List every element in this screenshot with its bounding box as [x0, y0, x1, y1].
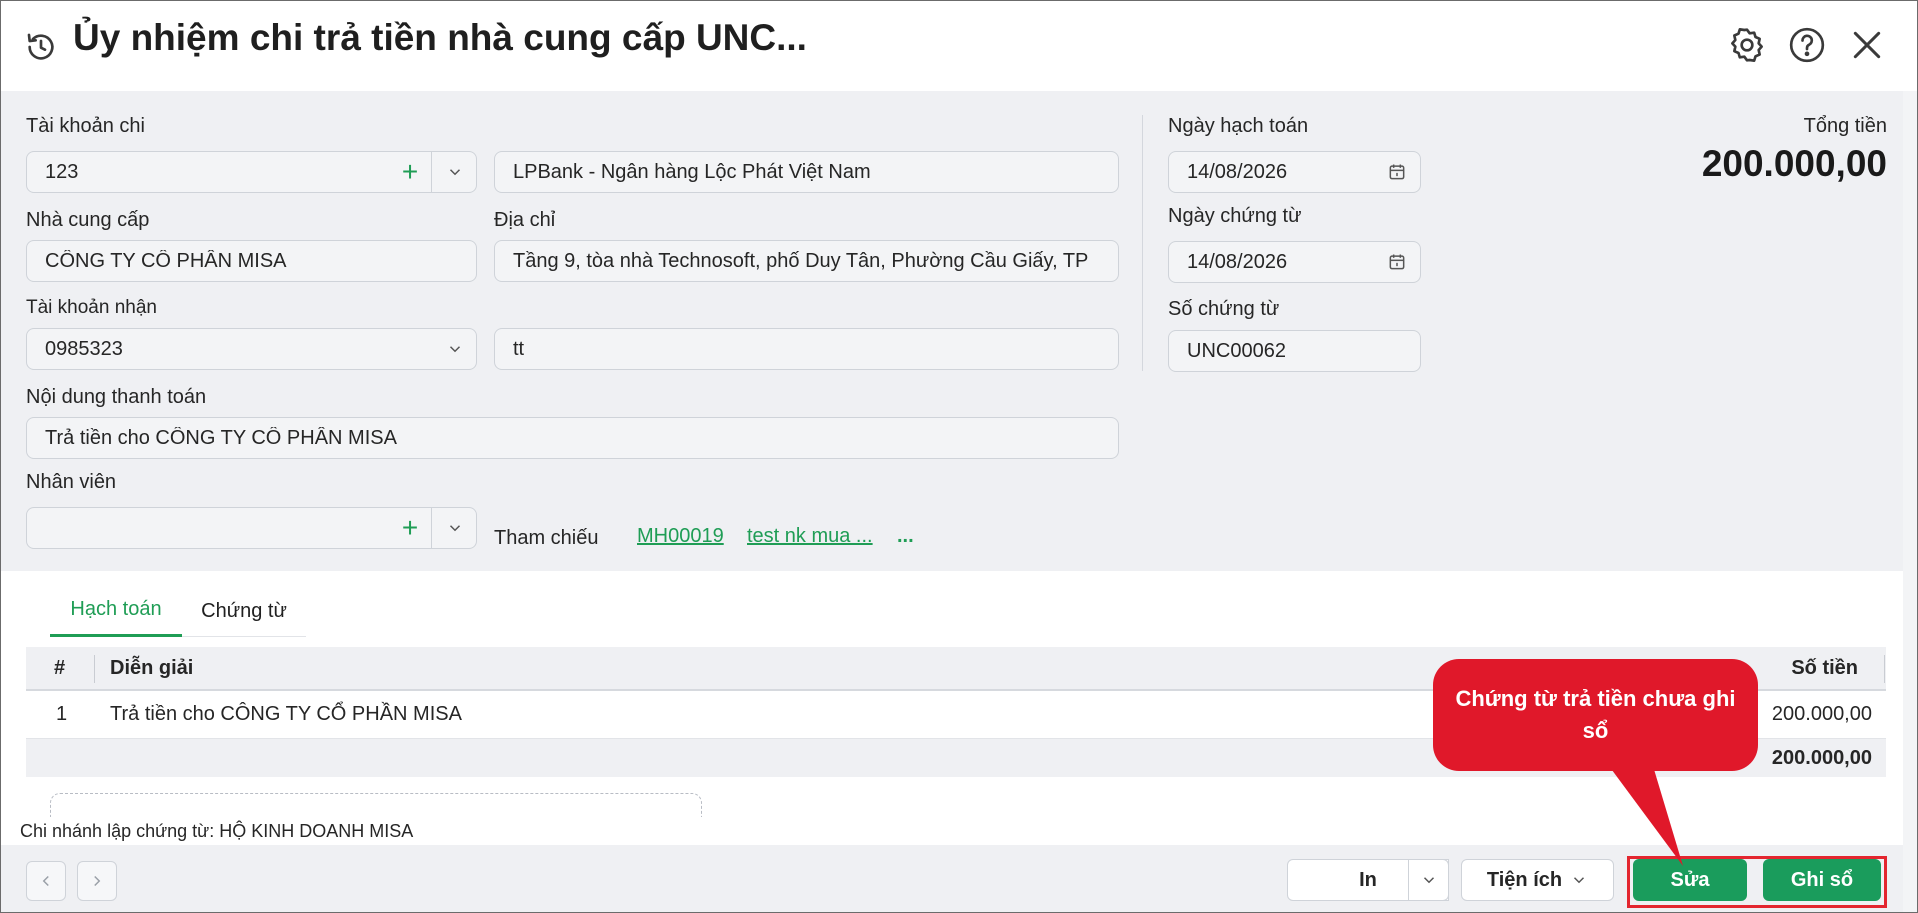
- account-field[interactable]: 123 +: [26, 151, 477, 193]
- supplier-value: CÔNG TY CÔ PHÂN MISA: [45, 249, 287, 272]
- receive-account-dropdown-button[interactable]: [432, 329, 476, 369]
- column-separator: [1884, 655, 1885, 683]
- scrollbar[interactable]: [1903, 91, 1917, 912]
- posting-date-value: 14/08/2026: [1187, 160, 1288, 183]
- reference-link-test[interactable]: test nk mua ...: [747, 525, 873, 548]
- tab-documents[interactable]: Chứng từ: [182, 585, 306, 637]
- chevron-left-icon: [42, 875, 49, 887]
- reference-label: Tham chiếu: [494, 527, 599, 549]
- voucher-date-label: Ngày chứng từ: [1168, 205, 1302, 227]
- receive-bank-value: tt: [513, 337, 525, 360]
- voucher-date-field[interactable]: 14/08/2026: [1168, 241, 1421, 283]
- add-employee-button[interactable]: +: [387, 508, 433, 548]
- receive-account-field[interactable]: 0985323: [26, 328, 477, 370]
- chevron-right-icon: [94, 875, 101, 887]
- voucher-no-label: Số chứng từ: [1168, 298, 1280, 320]
- chevron-down-icon: [1423, 877, 1434, 884]
- posting-date-field[interactable]: 14/08/2026: [1168, 151, 1421, 193]
- reference-link-mh00019[interactable]: MH00019: [637, 525, 724, 548]
- tab-bar: Hạch toán Chứng từ: [50, 585, 306, 637]
- utilities-label: Tiện ích: [1486, 868, 1563, 891]
- print-dropdown-button[interactable]: [1408, 859, 1449, 901]
- annotation-callout: Chứng từ trả tiền chưa ghi sổ: [1433, 659, 1758, 771]
- chevron-down-icon: [1574, 877, 1585, 884]
- chevron-down-icon: [449, 169, 461, 176]
- address-label: Địa chỉ: [494, 209, 556, 231]
- utilities-button[interactable]: Tiện ích: [1461, 859, 1614, 901]
- row-amount: 200.000,00: [1771, 703, 1872, 725]
- callout-pointer: [1609, 766, 1683, 866]
- row-description: Trả tiền cho CÔNG TY CỔ PHẦN MISA: [110, 703, 462, 725]
- address-value: Tầng 9, tòa nhà Technosoft, phố Duy Tân,…: [513, 249, 1089, 272]
- row-no: 1: [56, 703, 68, 725]
- add-account-button[interactable]: +: [387, 152, 433, 192]
- page-title: Ủy nhiệm chi trả tiền nhà cung cấp UNC..…: [73, 17, 807, 58]
- supplier-label: Nhà cung cấp: [26, 209, 150, 231]
- posting-date-label: Ngày hạch toán: [1168, 115, 1309, 137]
- window-header: Ủy nhiệm chi trả tiền nhà cung cấp UNC..…: [1, 1, 1917, 91]
- column-description-header: Diễn giải: [110, 656, 194, 679]
- payment-content-value: Trả tiền cho CÔNG TY CÔ PHÂN MISA: [45, 426, 397, 449]
- reference-more-link[interactable]: ...: [897, 525, 914, 548]
- calendar-icon[interactable]: [1374, 242, 1420, 282]
- chevron-down-icon: [449, 346, 461, 353]
- total-amount: 200.000,00: [1701, 143, 1887, 184]
- voucher-no-field[interactable]: UNC00062: [1168, 330, 1421, 372]
- receive-account-label: Tài khoản nhận: [26, 297, 157, 318]
- calendar-icon[interactable]: [1374, 152, 1420, 192]
- address-field[interactable]: Tầng 9, tòa nhà Technosoft, phố Duy Tân,…: [494, 240, 1119, 282]
- receive-account-value: 0985323: [45, 337, 123, 360]
- column-no-header: #: [54, 656, 66, 679]
- close-icon[interactable]: [1847, 25, 1887, 65]
- column-amount-header: Số tiền: [1791, 656, 1858, 679]
- history-icon[interactable]: [25, 31, 57, 63]
- plus-icon: +: [401, 156, 419, 187]
- voucher-window: Ủy nhiệm chi trả tiền nhà cung cấp UNC..…: [0, 0, 1918, 913]
- bank-value: LPBank - Ngân hàng Lộc Phát Việt Nam: [513, 160, 871, 183]
- plus-icon: +: [401, 512, 419, 543]
- voucher-form: Tài khoản chi 123 + LPBank - Ngân hàng L…: [1, 91, 1917, 571]
- employee-label: Nhân viên: [26, 471, 117, 493]
- total-label: Tổng tiền: [1803, 115, 1887, 137]
- column-divider: [1142, 115, 1143, 371]
- account-dropdown-button[interactable]: [432, 152, 476, 192]
- tab-accounting[interactable]: Hạch toán: [50, 585, 182, 637]
- print-label: In: [1359, 868, 1377, 891]
- supplier-field[interactable]: CÔNG TY CÔ PHÂN MISA: [26, 240, 477, 282]
- employee-dropdown-button[interactable]: [432, 508, 476, 548]
- next-button[interactable]: [77, 861, 117, 901]
- callout-text: Chứng từ trả tiền chưa ghi sổ: [1455, 686, 1736, 743]
- payment-content-field[interactable]: Trả tiền cho CÔNG TY CÔ PHÂN MISA: [26, 417, 1119, 459]
- employee-field[interactable]: +: [26, 507, 477, 549]
- voucher-date-value: 14/08/2026: [1187, 250, 1288, 273]
- previous-button[interactable]: [26, 861, 66, 901]
- chevron-down-icon: [449, 525, 461, 532]
- receive-bank-field[interactable]: tt: [494, 328, 1119, 370]
- account-label: Tài khoản chi: [26, 115, 145, 137]
- voucher-no-value: UNC00062: [1187, 339, 1286, 362]
- bank-field[interactable]: LPBank - Ngân hàng Lộc Phát Việt Nam: [494, 151, 1119, 193]
- sum-amount: 200.000,00: [1771, 746, 1872, 769]
- gear-icon[interactable]: [1727, 25, 1767, 65]
- column-separator: [94, 655, 95, 683]
- help-icon[interactable]: [1787, 25, 1827, 65]
- payment-content-label: Nội dung thanh toán: [26, 386, 207, 408]
